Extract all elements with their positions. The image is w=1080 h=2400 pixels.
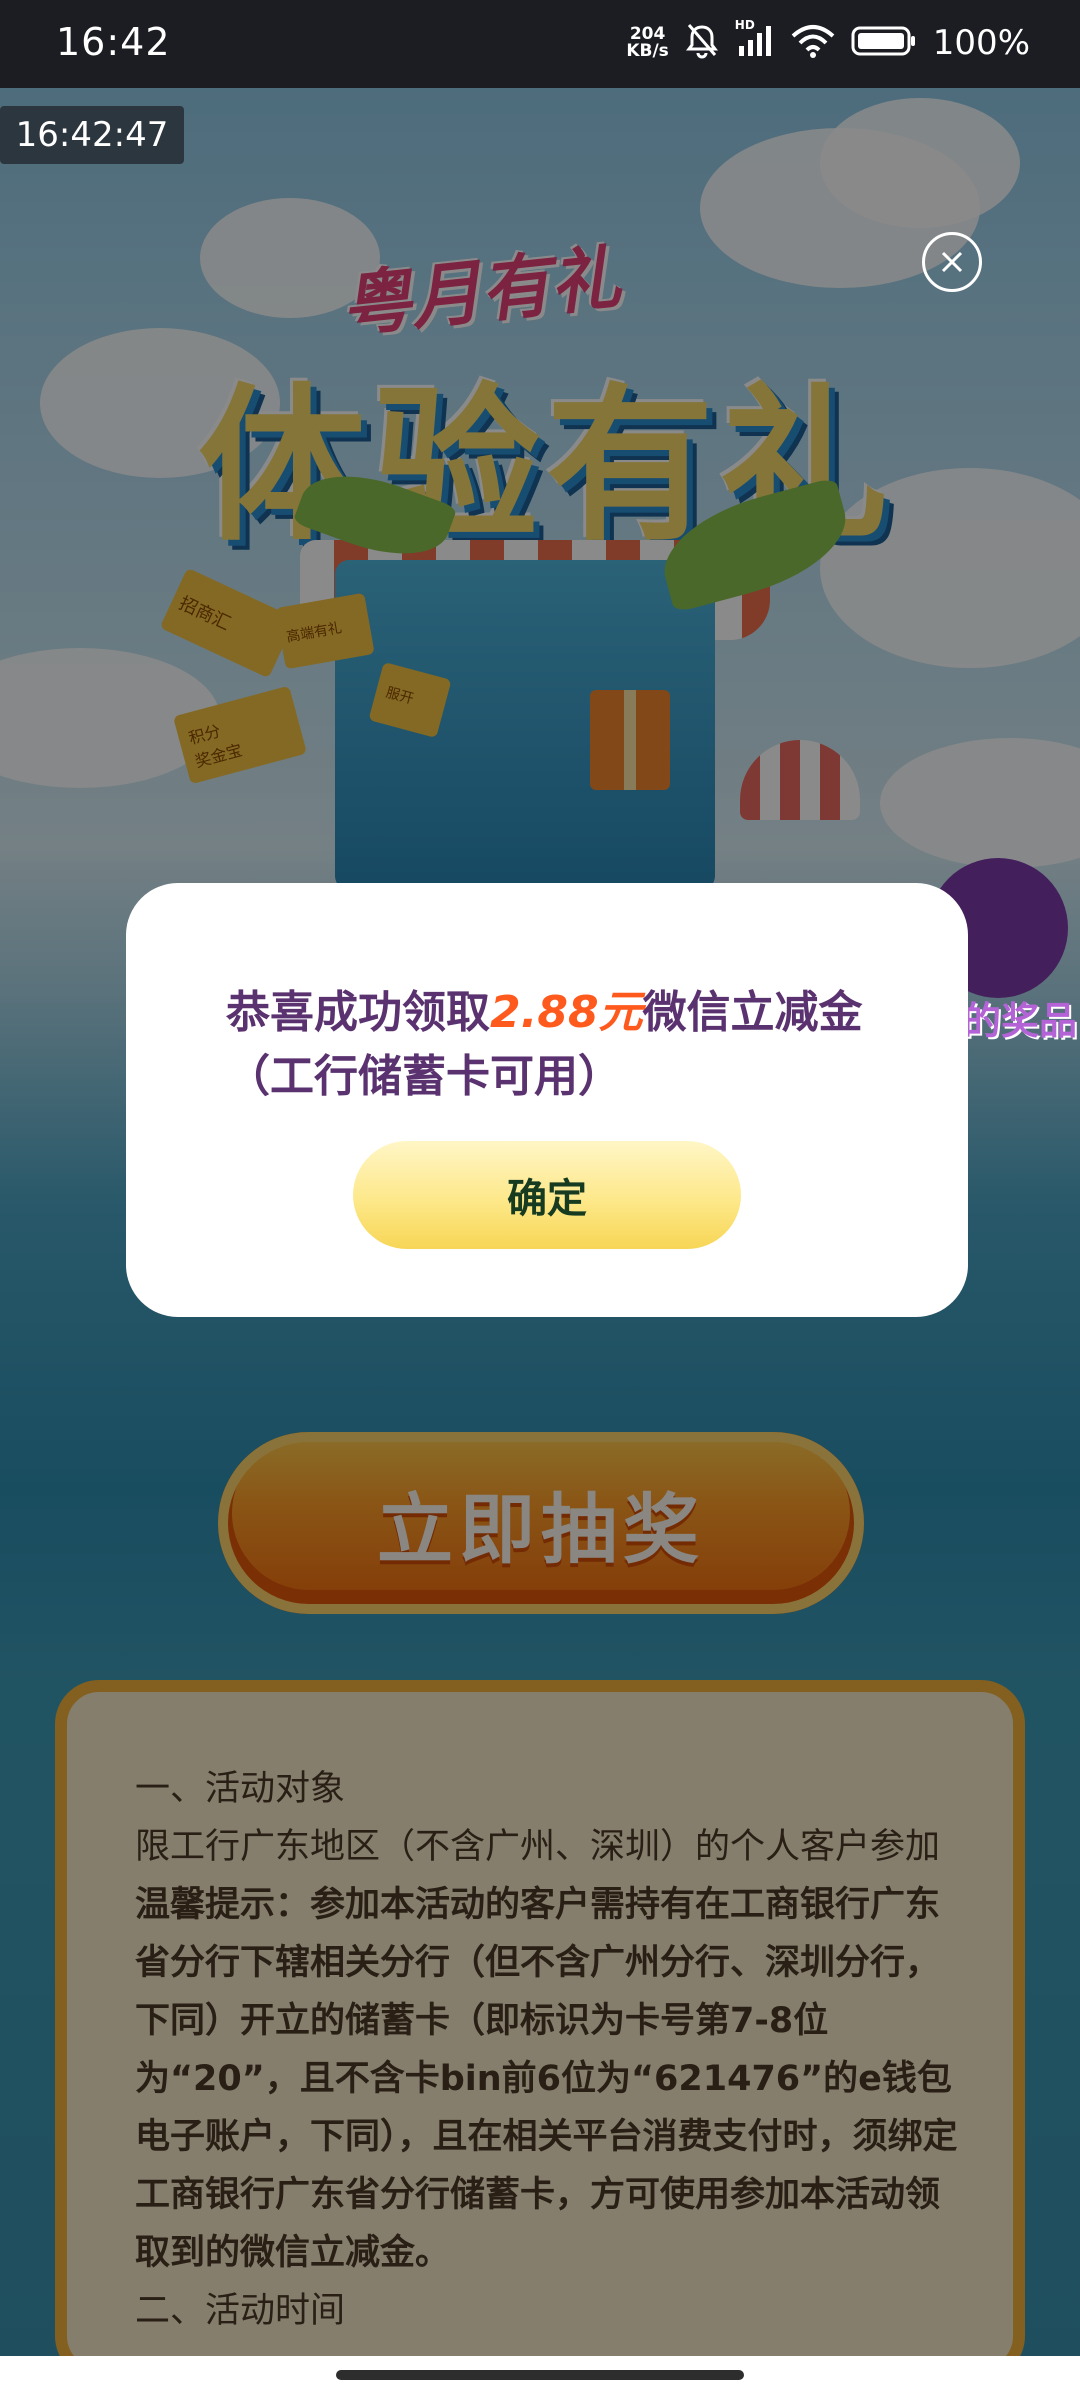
signal-icon: HD bbox=[735, 18, 775, 62]
my-prizes-label[interactable]: 的奖品 bbox=[963, 990, 1077, 1045]
wifi-icon bbox=[791, 24, 835, 62]
status-icons: 204 KB/s HD 100% bbox=[626, 18, 1030, 68]
confirm-button-label: 确定 bbox=[507, 1176, 587, 1222]
hd-label: HD bbox=[734, 18, 755, 32]
network-speed-unit: KB/s bbox=[626, 41, 669, 61]
status-time: 16:42 bbox=[56, 20, 171, 64]
mute-bell-icon bbox=[685, 23, 719, 63]
screen-timer: 16:42:47 bbox=[0, 106, 184, 164]
success-message: 恭喜成功领取2.88元微信立减金（工行储蓄卡可用） bbox=[226, 981, 886, 1109]
confirm-button[interactable]: 确定 bbox=[353, 1141, 741, 1249]
close-circle-icon bbox=[941, 251, 963, 273]
success-message-prefix: 恭喜成功领取 bbox=[226, 987, 490, 1038]
close-button[interactable] bbox=[922, 232, 982, 292]
reward-amount: 2.88元 bbox=[490, 987, 643, 1038]
success-dialog: 恭喜成功领取2.88元微信立减金（工行储蓄卡可用） 确定 bbox=[126, 883, 968, 1317]
battery-percent: 100% bbox=[932, 23, 1030, 63]
network-speed: 204 KB/s bbox=[626, 26, 668, 60]
battery-icon bbox=[851, 24, 917, 62]
status-bar: 16:42 204 KB/s HD 100% bbox=[0, 0, 1080, 88]
navigation-bar bbox=[0, 2356, 1080, 2400]
home-gesture-handle[interactable] bbox=[336, 2370, 744, 2380]
